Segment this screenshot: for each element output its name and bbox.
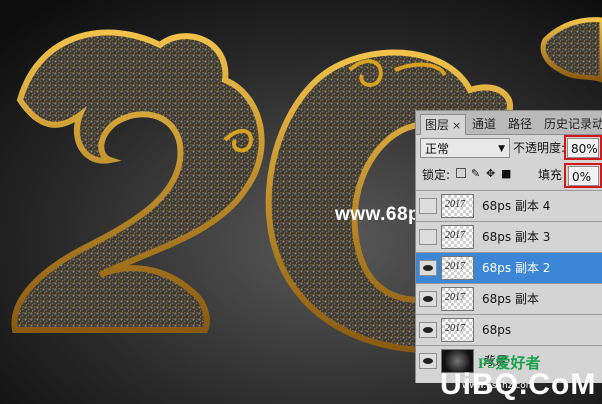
visibility-toggle[interactable] <box>419 198 437 214</box>
chevron-down-icon: ▼ <box>498 144 505 154</box>
tab-paths[interactable]: 路径 <box>504 114 536 134</box>
eye-icon[interactable] <box>419 291 437 307</box>
lock-brush-icon[interactable]: ✎ <box>471 164 480 184</box>
layer-row[interactable]: 2017 68ps <box>416 314 602 345</box>
layer-name: 68ps 副本 <box>482 292 539 306</box>
layer-thumbnail: 2017 <box>441 318 474 342</box>
lock-move-icon[interactable]: ✥ <box>486 164 495 184</box>
bottom-url-watermark: www.psahz.com <box>462 381 535 391</box>
layer-name: 68ps 副本 3 <box>482 230 551 244</box>
layer-name: 68ps <box>482 323 512 337</box>
layer-row[interactable]: 2017 68ps 副本 3 <box>416 221 602 252</box>
visibility-toggle[interactable] <box>419 229 437 245</box>
layer-thumbnail: 2017 <box>441 287 474 311</box>
tab-layers-label: 图层 <box>425 118 450 132</box>
lock-all-icon[interactable]: ■ <box>501 164 511 184</box>
thumb-text: 2017 <box>445 230 465 241</box>
thumb-text: 2017 <box>445 292 465 303</box>
eye-icon[interactable] <box>419 260 437 276</box>
layer-row-selected[interactable]: 2017 68ps 副本 2 <box>416 252 602 283</box>
eye-icon[interactable] <box>419 322 437 338</box>
blend-mode-value: 正常 <box>425 142 450 156</box>
thumb-text: 2017 <box>445 261 465 272</box>
layer-thumbnail: 2017 <box>441 194 474 218</box>
layer-row[interactable]: 2017 68ps 副本 4 <box>416 190 602 221</box>
panel-tab-bar: 图层 × 通道 路径 历史记录 动 <box>416 111 602 135</box>
blend-opacity-row: 正常 ▼ 不透明度: 80% <box>416 135 602 161</box>
thumb-text: 2017 <box>445 199 465 210</box>
layers-panel: 图层 × 通道 路径 历史记录 动 正常 ▼ 不透明度: 80% 锁定: ✎ ✥ … <box>415 110 602 383</box>
tab-history[interactable]: 历史记录 <box>540 114 596 134</box>
tab-channels[interactable]: 通道 <box>468 114 500 134</box>
layer-row[interactable]: 2017 68ps 副本 <box>416 283 602 314</box>
fill-highlight-box <box>564 163 602 188</box>
opacity-label: 不透明度: <box>513 141 566 155</box>
fill-label: 填充 <box>538 168 563 182</box>
tab-layers[interactable]: 图层 × <box>420 114 467 135</box>
lock-label: 锁定: <box>422 168 451 182</box>
layer-name: 68ps 副本 4 <box>482 199 551 213</box>
layer-name: 68ps 副本 2 <box>482 261 551 275</box>
close-icon[interactable]: × <box>452 119 461 132</box>
lock-fill-row: 锁定: ✎ ✥ ■ 填充 0% <box>416 163 602 189</box>
layer-thumbnail: 2017 <box>441 225 474 249</box>
blend-mode-select[interactable]: 正常 ▼ <box>420 138 510 158</box>
lock-transparency-icon[interactable] <box>456 168 466 178</box>
tab-actions[interactable]: 动 <box>592 114 602 134</box>
thumb-text: 2017 <box>445 323 465 334</box>
layer-thumbnail: 2017 <box>441 256 474 280</box>
opacity-highlight-box <box>564 135 602 160</box>
eye-icon[interactable] <box>419 353 437 369</box>
